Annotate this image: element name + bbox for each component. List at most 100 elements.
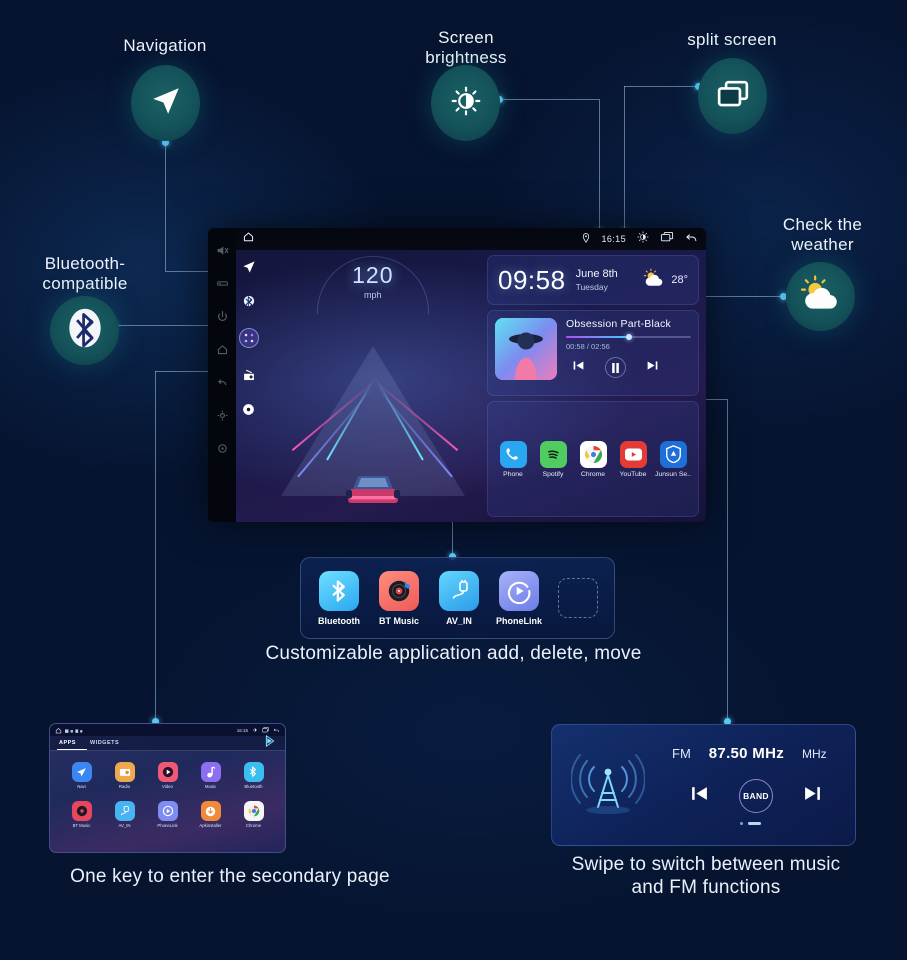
secondary-app-label: PhoneLink (157, 823, 178, 828)
navigation-arrow-icon (149, 84, 183, 123)
apk-install-icon (200, 801, 221, 821)
dock-item-bluetooth[interactable]: Bluetooth (314, 570, 364, 626)
rail-radio-icon[interactable] (242, 368, 256, 382)
app-shortcut-spotify[interactable]: Spotify (533, 440, 573, 478)
back-arrow-icon[interactable] (273, 727, 280, 734)
brightness-icon[interactable] (252, 727, 258, 734)
tab-widgets[interactable]: WIDGETS (90, 740, 119, 746)
power-icon[interactable] (216, 310, 229, 323)
dock-item-phonelink[interactable]: PhoneLink (494, 570, 544, 626)
secondary-app-label: Bluetooth (244, 784, 263, 789)
bluetooth-icon (67, 308, 103, 353)
secondary-status-right: 16:15 (237, 726, 280, 734)
clock-weather-widget[interactable]: 09:58 June 8th Tuesday 28° (487, 255, 699, 305)
split-screen-icon[interactable] (262, 726, 269, 734)
driving-visual-panel: 120 mph (262, 250, 484, 522)
app-label: Chrome (580, 470, 606, 478)
skip-previous-icon[interactable] (572, 359, 585, 377)
secondary-app-radio[interactable]: Radio (103, 762, 146, 789)
phone-icon (499, 440, 527, 468)
fm-frequency-row: FM 87.50 MHz MHz (664, 745, 837, 762)
partly-cloudy-icon (642, 268, 666, 293)
secondary-app-bt-music[interactable]: BT Music (60, 801, 103, 828)
callout-bluetooth-bubble[interactable] (50, 296, 119, 365)
skip-next-icon[interactable] (803, 784, 822, 808)
skip-previous-icon[interactable] (690, 784, 709, 808)
tab-apps[interactable]: APPS (59, 740, 76, 746)
fm-transport-controls: BAND (664, 779, 837, 813)
callout-brightness-bubble[interactable] (431, 65, 500, 141)
play-store-icon[interactable] (265, 734, 276, 752)
connector-brightness-h (500, 99, 599, 100)
split-screen-icon (715, 78, 751, 115)
music-elapsed-total: 00:58 / 02:56 (566, 342, 610, 351)
callout-weather-bubble[interactable] (786, 262, 855, 331)
secondary-app-label: Navi (77, 784, 86, 789)
home-icon[interactable] (242, 230, 255, 248)
callout-navigation-bubble[interactable] (131, 65, 200, 141)
album-art-wrap (495, 318, 564, 380)
dock-label: AV_IN (446, 615, 472, 626)
play-circle-icon (157, 801, 178, 821)
page-dot[interactable] (740, 822, 743, 825)
app-shortcut-junsun[interactable]: Junsun Se.. (653, 440, 693, 478)
app-label: Phone (503, 470, 523, 478)
secondary-app-chrome[interactable]: Chrome (232, 801, 275, 828)
music-widget[interactable]: Obsession Part-Black 00:58 / 02:56 (487, 310, 699, 396)
dock-label: BT Music (378, 615, 419, 626)
widget-temperature: 28° (671, 274, 688, 286)
mute-icon[interactable] (216, 244, 229, 257)
head-unit-screen: 16:15 120 mph 09:58 June 8th Tuesday 28°… (236, 228, 706, 522)
chrome-icon (243, 801, 264, 821)
fm-unit-label: MHz (802, 747, 827, 761)
vinyl-record-icon (379, 570, 419, 611)
secondary-app-navi[interactable]: Navi (60, 762, 103, 789)
secondary-status-bar: 16:15 (50, 724, 285, 736)
add-app-slot[interactable] (558, 578, 598, 618)
app-label: YouTube (619, 470, 647, 478)
home-icon[interactable] (216, 343, 229, 356)
page-dot-active[interactable] (748, 822, 761, 825)
app-shortcut-row: Phone Spotify Chrome YouTube Junsun Se.. (487, 401, 699, 517)
navigation-arrow-icon (71, 762, 92, 782)
app-shortcut-youtube[interactable]: YouTube (613, 440, 653, 478)
rail-record-icon[interactable] (242, 402, 256, 416)
rail-bluetooth-icon[interactable] (242, 294, 256, 308)
callout-split-bubble[interactable] (698, 58, 767, 134)
status-bar-right: 16:15 (582, 230, 698, 248)
secondary-app-apkinstaller[interactable]: Apkinstaller (189, 801, 232, 828)
pause-icon[interactable] (605, 357, 626, 378)
secondary-app-video[interactable]: Video (146, 762, 189, 789)
secondary-app-music[interactable]: Music (189, 762, 232, 789)
av-cable-icon (114, 801, 135, 821)
band-button[interactable]: BAND (739, 779, 773, 813)
connector-brightness-v (599, 99, 600, 232)
connector-secondary-v (155, 371, 156, 721)
rail-apps-grid-icon[interactable] (238, 328, 259, 348)
dock-item-bt-music[interactable]: BT Music (374, 570, 424, 626)
split-screen-icon[interactable] (660, 230, 674, 248)
skip-next-icon[interactable] (646, 359, 659, 377)
eject-icon[interactable] (216, 277, 229, 290)
app-shortcut-chrome[interactable]: Chrome (573, 440, 613, 478)
dock-label: Bluetooth (318, 615, 360, 626)
music-info: Obsession Part-Black 00:58 / 02:56 (566, 318, 691, 388)
spotify-icon (539, 440, 567, 468)
callout-brightness-label: Screen brightness (425, 28, 507, 68)
widget-date-block: June 8th Tuesday (576, 268, 618, 292)
secondary-app-phonelink[interactable]: PhoneLink (146, 801, 189, 828)
music-progress-bar[interactable] (566, 334, 691, 340)
secondary-app-av-in[interactable]: AV_IN (103, 801, 146, 828)
dock-item-av-in[interactable]: AV_IN (434, 570, 484, 626)
volume-icon[interactable] (216, 442, 229, 455)
app-shortcut-phone[interactable]: Phone (493, 440, 533, 478)
back-arrow-icon[interactable] (685, 230, 698, 248)
rail-navigation-arrow-icon[interactable] (242, 260, 256, 274)
back-icon[interactable] (216, 376, 229, 389)
music-progress-knob[interactable] (626, 334, 632, 340)
location-pin-icon (582, 230, 590, 248)
secondary-app-bluetooth[interactable]: Bluetooth (232, 762, 275, 789)
brightness-icon[interactable] (637, 230, 649, 248)
settings-icon[interactable] (216, 409, 229, 422)
widget-clock-time: 09:58 (498, 264, 566, 295)
